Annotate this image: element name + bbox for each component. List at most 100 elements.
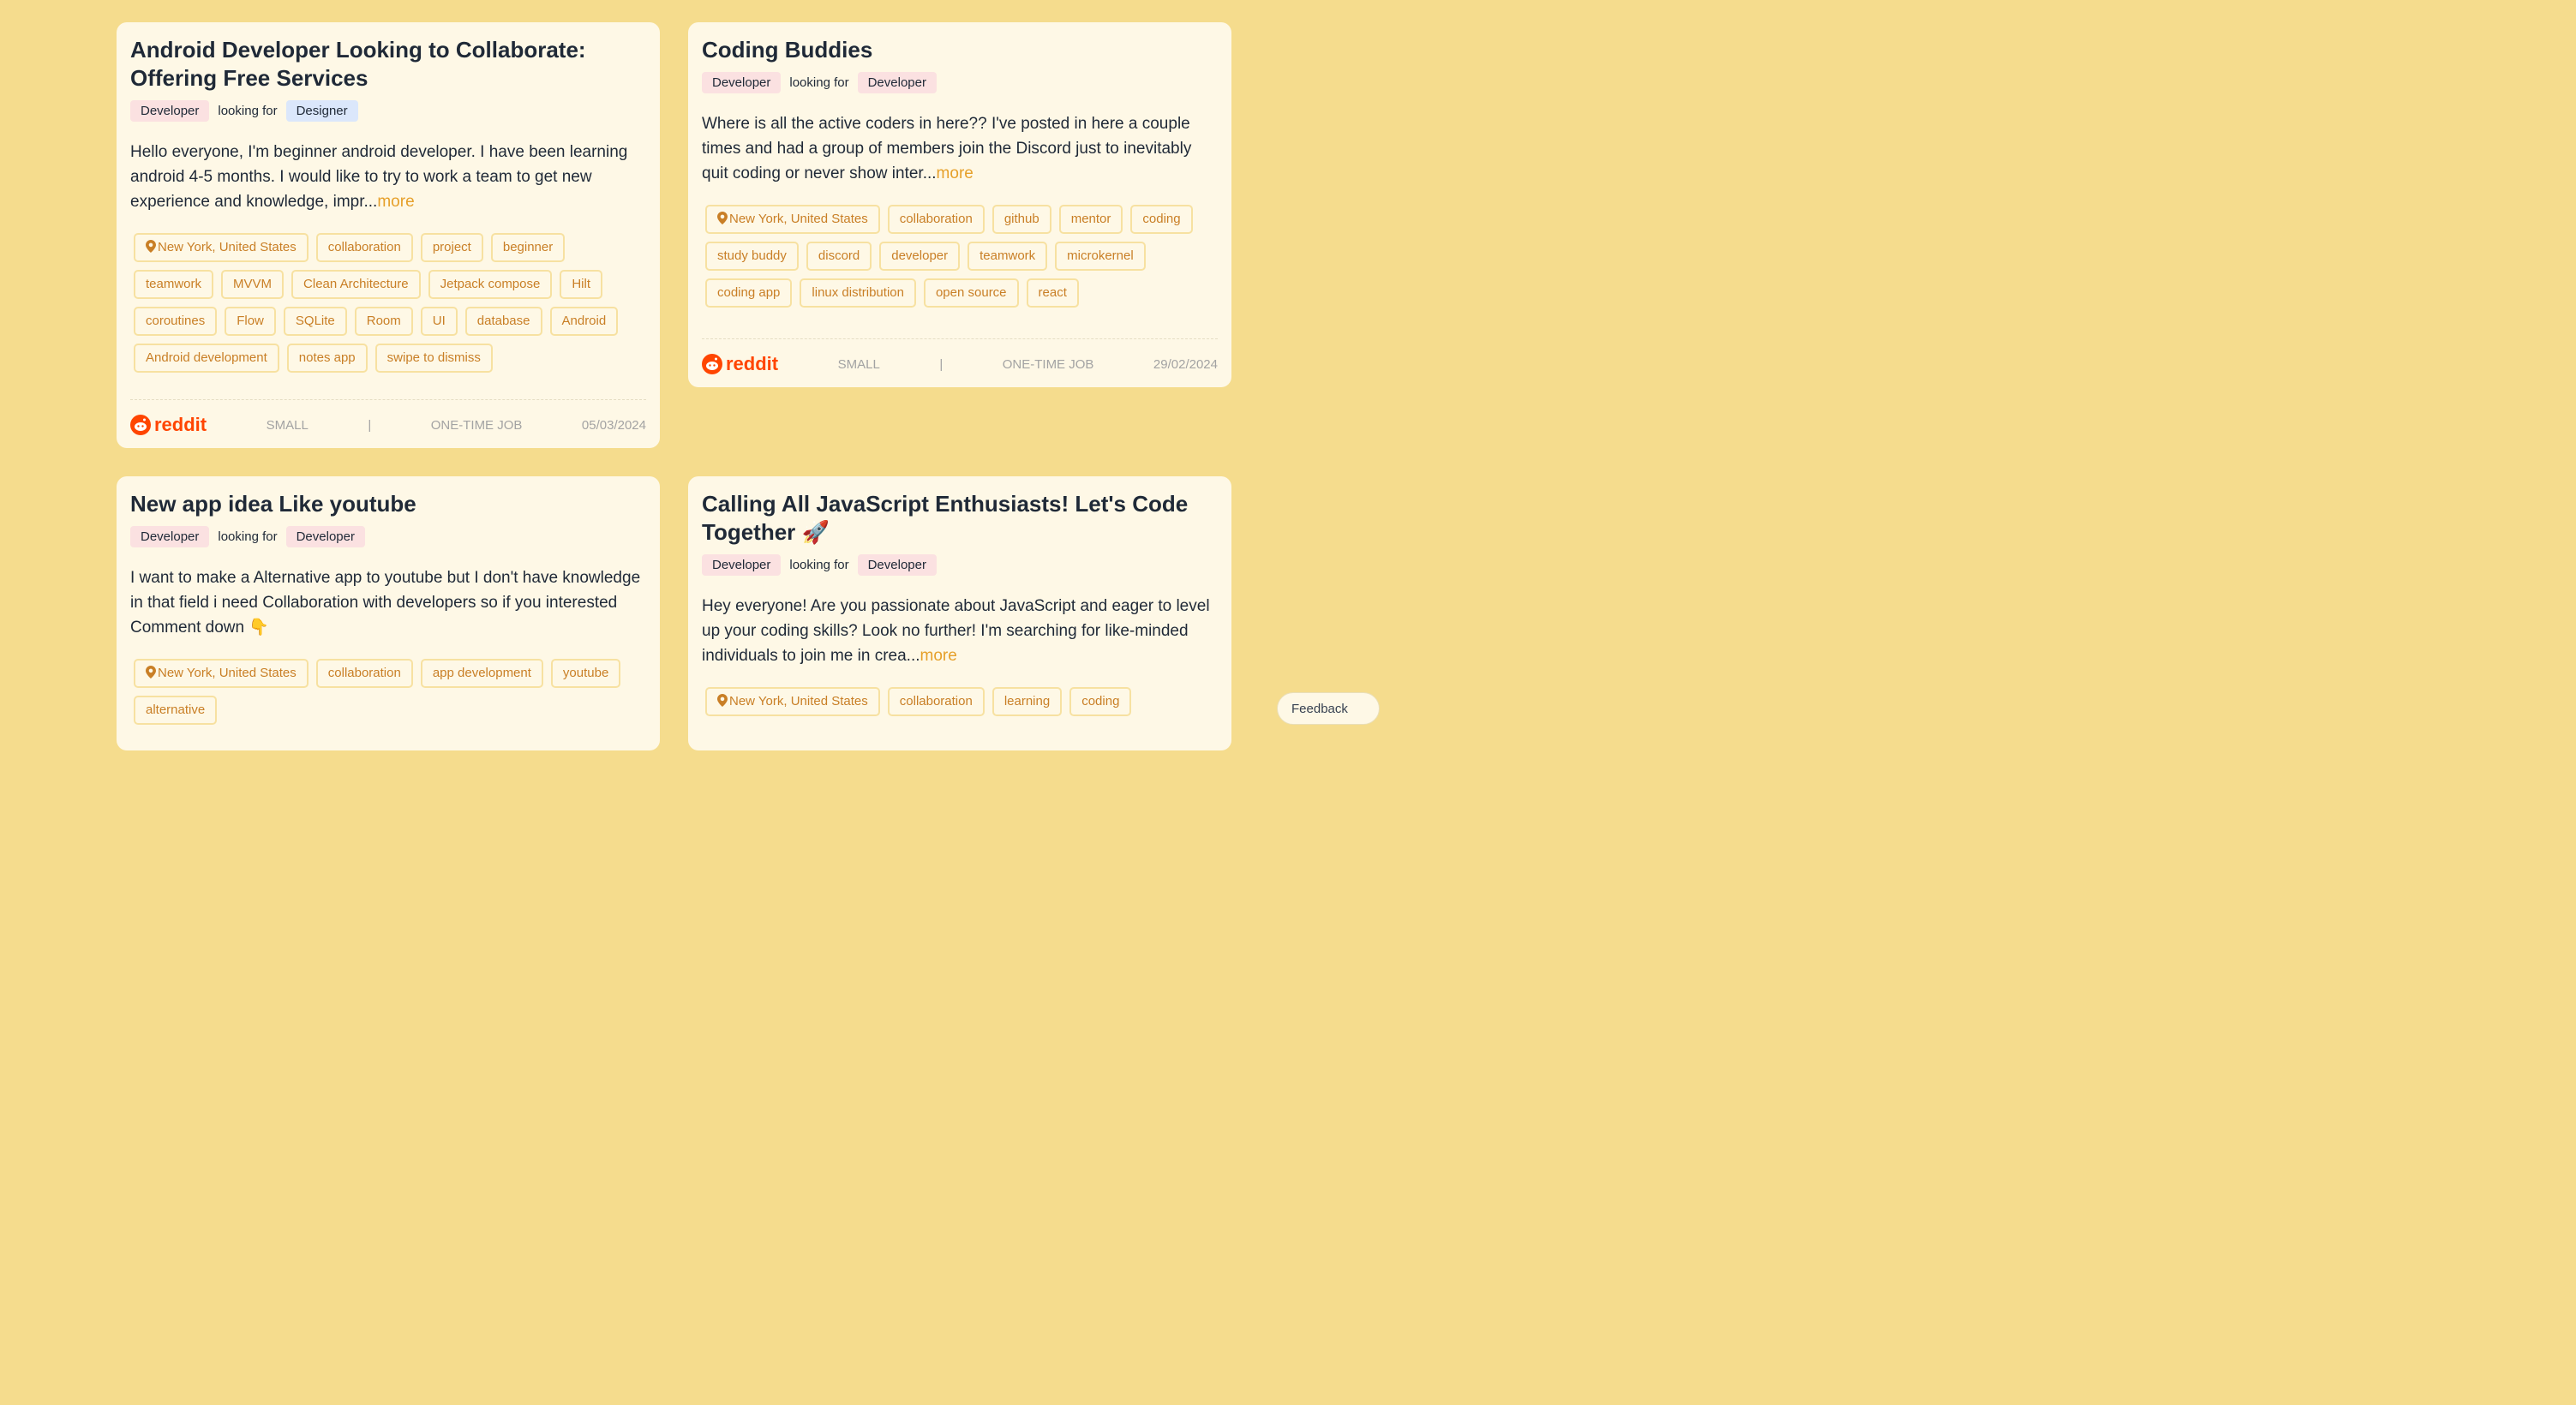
tag-chip[interactable]: microkernel <box>1055 242 1146 271</box>
tag-label: New York, United States <box>729 694 868 708</box>
role-row: Developer looking for Developer <box>702 554 1218 576</box>
tag-label: discord <box>818 248 860 263</box>
post-description: I want to make a Alternative app to yout… <box>130 565 646 640</box>
tag-chip[interactable]: developer <box>879 242 961 271</box>
more-link[interactable]: more <box>937 164 973 182</box>
tag-label: mentor <box>1070 212 1111 226</box>
post-card[interactable]: New app idea Like youtube Developer look… <box>117 476 660 750</box>
role-badge-from: Developer <box>702 554 782 576</box>
tag-chip[interactable]: coding app <box>705 278 793 308</box>
tag-chip[interactable]: MVVM <box>221 270 285 299</box>
location-tag[interactable]: New York, United States <box>134 233 309 262</box>
location-tag[interactable]: New York, United States <box>705 687 880 716</box>
tag-label: Hilt <box>572 277 591 291</box>
tag-chip[interactable]: collaboration <box>887 205 985 234</box>
tag-chip[interactable]: collaboration <box>315 659 413 688</box>
post-title[interactable]: Calling All JavaScript Enthusiasts! Let'… <box>702 490 1218 547</box>
tag-chip[interactable]: database <box>464 307 542 336</box>
tag-label: study buddy <box>717 248 787 263</box>
post-description: Hello everyone, I'm beginner android dev… <box>130 140 646 214</box>
tag-chip[interactable]: Room <box>354 307 413 336</box>
post-card[interactable]: Coding Buddies Developer looking for Dev… <box>688 22 1231 387</box>
tag-chip[interactable]: app development <box>420 659 543 688</box>
tag-chip[interactable]: project <box>420 233 483 262</box>
tag-label: New York, United States <box>729 212 868 226</box>
tag-label: coroutines <box>146 314 206 328</box>
feedback-button[interactable]: Feedback <box>1277 692 1380 725</box>
description-text: I want to make a Alternative app to yout… <box>130 569 641 637</box>
tag-label: open source <box>935 285 1007 300</box>
role-badge-to: Developer <box>857 554 937 576</box>
tag-chip[interactable]: teamwork <box>134 270 214 299</box>
post-title[interactable]: Coding Buddies <box>702 36 1218 64</box>
tag-chip[interactable]: mentor <box>1058 205 1123 234</box>
post-title[interactable]: New app idea Like youtube <box>130 490 646 518</box>
role-row: Developer looking for Developer <box>130 526 646 547</box>
tag-chip[interactable]: linux distribution <box>800 278 916 308</box>
tag-label: collaboration <box>327 240 401 254</box>
tag-chip[interactable]: collaboration <box>315 233 413 262</box>
role-badge-from: Developer <box>130 526 210 547</box>
post-footer: reddit SMALL | ONE-TIME JOB 05/03/2024 <box>130 399 646 436</box>
tag-label: Android <box>561 314 607 328</box>
tag-chip[interactable]: coding <box>1130 205 1193 234</box>
footer-divider: | <box>368 417 372 433</box>
tag-chip[interactable]: learning <box>991 687 1063 716</box>
tag-chip[interactable]: youtube <box>550 659 621 688</box>
tag-chip[interactable]: Clean Architecture <box>291 270 421 299</box>
tag-chip[interactable]: Flow <box>225 307 276 336</box>
tag-chip[interactable]: discord <box>806 242 872 271</box>
role-row: Developer looking for Developer <box>702 72 1218 93</box>
tag-list: New York, United States collaboration proj… <box>130 233 646 373</box>
tag-chip[interactable]: SQLite <box>283 307 347 336</box>
post-description: Hey everyone! Are you passionate about J… <box>702 594 1218 668</box>
tag-chip[interactable]: Android development <box>134 344 279 373</box>
tag-chip[interactable]: coding <box>1069 687 1132 716</box>
tag-list: New York, United States collaboration lear… <box>702 687 1218 716</box>
tag-chip[interactable]: coroutines <box>134 307 218 336</box>
tag-chip[interactable]: open source <box>923 278 1019 308</box>
tag-chip[interactable]: github <box>991 205 1051 234</box>
map-pin-icon <box>717 212 728 224</box>
tag-chip[interactable]: swipe to dismiss <box>374 344 493 373</box>
tag-label: linux distribution <box>812 285 904 300</box>
job-type-label: ONE-TIME JOB <box>1002 356 1094 372</box>
tag-label: react <box>1038 285 1067 300</box>
tag-chip[interactable]: Hilt <box>560 270 603 299</box>
tag-chip[interactable]: notes app <box>286 344 368 373</box>
tag-chip[interactable]: Android <box>549 307 619 336</box>
looking-for-text: looking for <box>789 558 849 572</box>
tag-label: New York, United States <box>158 666 297 680</box>
reddit-logo: reddit <box>130 414 207 436</box>
tag-chip[interactable]: collaboration <box>887 687 985 716</box>
source-label: reddit <box>726 353 779 374</box>
tag-chip[interactable]: Jetpack compose <box>428 270 553 299</box>
map-pin-icon <box>146 240 156 253</box>
role-badge-to: Designer <box>285 100 358 122</box>
looking-for-text: looking for <box>789 75 849 90</box>
tag-chip[interactable]: study buddy <box>705 242 799 271</box>
tag-chip[interactable]: teamwork <box>967 242 1048 271</box>
more-link[interactable]: more <box>377 193 414 211</box>
post-date: 29/02/2024 <box>1153 356 1218 372</box>
more-link[interactable]: more <box>920 647 957 665</box>
post-footer: reddit SMALL | ONE-TIME JOB 29/02/2024 <box>702 338 1218 375</box>
tag-chip[interactable]: UI <box>420 307 458 336</box>
tag-label: UI <box>432 314 446 328</box>
tag-chip[interactable]: react <box>1026 278 1079 308</box>
tag-chip[interactable]: alternative <box>134 696 218 725</box>
post-card[interactable]: Calling All JavaScript Enthusiasts! Let'… <box>688 476 1231 750</box>
post-date: 05/03/2024 <box>581 417 646 433</box>
post-title[interactable]: Android Developer Looking to Collaborate… <box>130 36 646 93</box>
source-label: reddit <box>154 414 207 435</box>
post-description: Where is all the active coders in here??… <box>702 111 1218 186</box>
tag-label: github <box>1003 212 1039 226</box>
post-card[interactable]: Android Developer Looking to Collaborate… <box>117 22 660 448</box>
location-tag[interactable]: New York, United States <box>705 205 880 234</box>
location-tag[interactable]: New York, United States <box>134 659 309 688</box>
role-badge-from: Developer <box>130 100 210 122</box>
tag-label: MVVM <box>233 277 273 291</box>
role-row: Developer looking for Designer <box>130 100 646 122</box>
reddit-icon <box>702 354 722 374</box>
tag-chip[interactable]: beginner <box>490 233 566 262</box>
